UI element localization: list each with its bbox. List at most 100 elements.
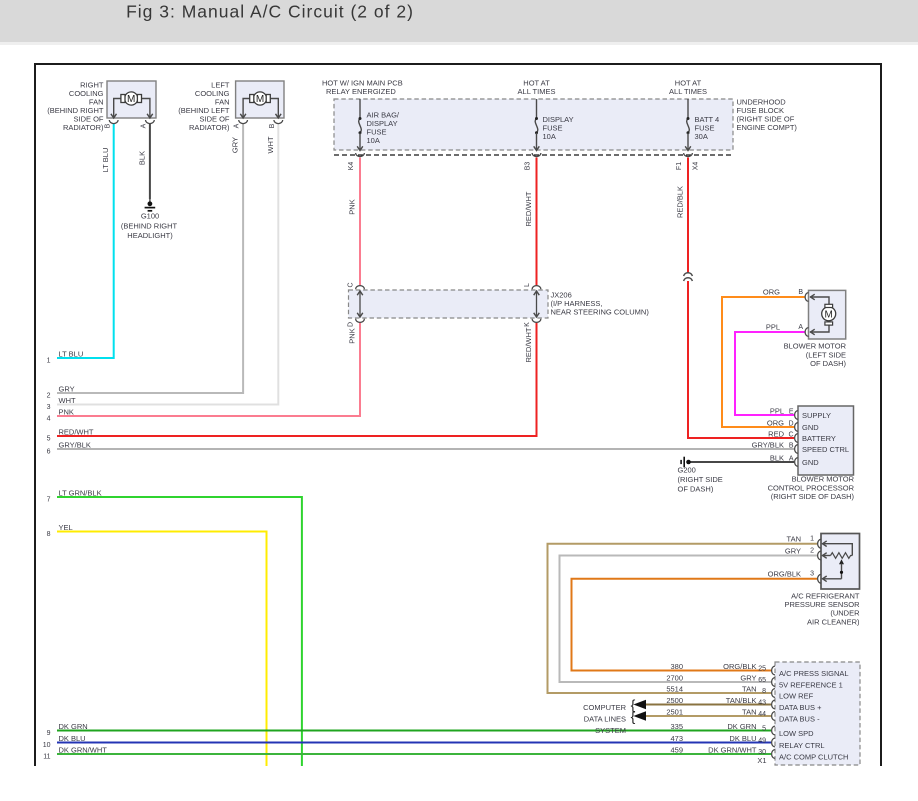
svg-text:SPEED CTRL: SPEED CTRL <box>802 445 849 454</box>
svg-text:5: 5 <box>762 726 766 733</box>
svg-text:335: 335 <box>670 722 683 731</box>
svg-text:DK GRN: DK GRN <box>727 722 756 731</box>
svg-text:DK GRN/WHT: DK GRN/WHT <box>59 746 108 755</box>
svg-text:GRY: GRY <box>231 137 240 153</box>
svg-text:3: 3 <box>47 404 51 411</box>
svg-text:473: 473 <box>670 734 683 743</box>
svg-text:GRY: GRY <box>785 546 801 555</box>
svg-text:LT BLU: LT BLU <box>101 148 110 173</box>
svg-text:LT GRN/BLK: LT GRN/BLK <box>59 489 102 498</box>
svg-text:4: 4 <box>47 416 51 423</box>
svg-text:PPL: PPL <box>766 323 780 332</box>
svg-text:8: 8 <box>762 688 766 695</box>
svg-text:WHT: WHT <box>59 396 76 405</box>
svg-text:2500: 2500 <box>666 696 683 705</box>
svg-text:DATA BUS +: DATA BUS + <box>779 703 822 712</box>
svg-text:1: 1 <box>810 536 814 543</box>
svg-text:E: E <box>789 409 794 416</box>
svg-text:10: 10 <box>43 742 51 749</box>
svg-text:ALL TIMES: ALL TIMES <box>669 87 707 96</box>
svg-text:B: B <box>104 123 111 128</box>
svg-text:TAN: TAN <box>787 535 801 544</box>
svg-text:BLOWER MOTOR: BLOWER MOTOR <box>792 475 855 484</box>
svg-text:GRY/BLK: GRY/BLK <box>752 441 784 450</box>
svg-text:A/C REFRIGERANT: A/C REFRIGERANT <box>791 591 860 600</box>
svg-text:RED/WHT: RED/WHT <box>524 191 533 226</box>
svg-text:DK BLU: DK BLU <box>59 734 86 743</box>
svg-text:D: D <box>788 421 793 428</box>
svg-text:5: 5 <box>47 436 51 443</box>
svg-text:PNK: PNK <box>59 408 74 417</box>
svg-text:25: 25 <box>758 666 766 673</box>
svg-text:B: B <box>798 289 803 296</box>
svg-text:459: 459 <box>670 746 683 755</box>
svg-text:ORG: ORG <box>767 419 784 428</box>
svg-text:44: 44 <box>758 711 766 718</box>
svg-text:X1: X1 <box>757 756 766 765</box>
svg-text:F1: F1 <box>676 162 683 170</box>
svg-text:5V REFERENCE 1: 5V REFERENCE 1 <box>779 681 843 690</box>
svg-text:LT BLU: LT BLU <box>59 350 84 359</box>
svg-text:OF DASH): OF DASH) <box>810 359 846 368</box>
svg-text:B3: B3 <box>525 162 532 171</box>
svg-text:7: 7 <box>47 497 51 504</box>
svg-text:CONTROL PROCESSOR: CONTROL PROCESSOR <box>768 483 855 492</box>
svg-text:B: B <box>789 443 794 450</box>
svg-text:ORG/BLK: ORG/BLK <box>723 662 756 671</box>
svg-text:8: 8 <box>47 531 51 538</box>
svg-text:2501: 2501 <box>666 708 683 717</box>
svg-text:DK GRN/WHT: DK GRN/WHT <box>708 746 757 755</box>
svg-text:RADIATOR): RADIATOR) <box>63 123 104 132</box>
svg-text:G200: G200 <box>678 466 696 475</box>
svg-text:10A: 10A <box>543 132 556 141</box>
svg-text:SUPPLY: SUPPLY <box>802 411 831 420</box>
svg-text:10A: 10A <box>367 136 380 145</box>
svg-text:M: M <box>256 94 264 105</box>
svg-text:ORG/BLK: ORG/BLK <box>768 570 801 579</box>
svg-text:30A: 30A <box>695 132 708 141</box>
svg-text:HEADLIGHT): HEADLIGHT) <box>127 231 173 240</box>
svg-text:(LEFT SIDE: (LEFT SIDE <box>806 350 846 359</box>
svg-text:GRY: GRY <box>740 674 756 683</box>
svg-text:RED: RED <box>768 430 784 439</box>
svg-text:L: L <box>524 283 531 287</box>
svg-text:RADIATOR): RADIATOR) <box>189 123 230 132</box>
svg-text:AIR CLEANER): AIR CLEANER) <box>807 617 860 626</box>
svg-text:PRESSURE SENSOR: PRESSURE SENSOR <box>784 600 860 609</box>
svg-text:2700: 2700 <box>666 674 683 683</box>
svg-text:ENGINE COMPT): ENGINE COMPT) <box>737 123 798 132</box>
svg-text:PPL: PPL <box>770 407 784 416</box>
svg-text:5514: 5514 <box>666 685 683 694</box>
svg-text:PNK: PNK <box>348 199 357 214</box>
svg-text:1: 1 <box>47 358 51 365</box>
svg-text:PNK: PNK <box>348 328 357 343</box>
svg-text:B: B <box>269 123 276 128</box>
svg-text:LOW SPD: LOW SPD <box>779 729 814 738</box>
svg-text:RED/WHT: RED/WHT <box>59 428 94 437</box>
svg-text:A: A <box>798 324 803 331</box>
svg-text:M: M <box>127 94 135 105</box>
svg-text:6: 6 <box>47 449 51 456</box>
svg-text:A: A <box>789 456 794 463</box>
svg-text:GRY/BLK: GRY/BLK <box>59 441 91 450</box>
svg-text:TAN/BLK: TAN/BLK <box>726 696 757 705</box>
svg-text:2: 2 <box>47 393 51 400</box>
svg-text:A/C PRESS SIGNAL: A/C PRESS SIGNAL <box>779 669 849 678</box>
svg-text:Fig 3: Manual A/C Circuit (2 o: Fig 3: Manual A/C Circuit (2 of 2) <box>126 2 414 22</box>
svg-text:C: C <box>348 282 355 287</box>
svg-text:NEAR STEERING COLUMN): NEAR STEERING COLUMN) <box>551 308 650 317</box>
svg-text:BLOWER MOTOR: BLOWER MOTOR <box>784 342 847 351</box>
svg-text:BLK: BLK <box>137 151 146 165</box>
svg-text:M: M <box>825 310 833 321</box>
svg-text:(RIGHT SIDE OF DASH): (RIGHT SIDE OF DASH) <box>771 492 855 501</box>
svg-text:BATTERY: BATTERY <box>802 434 836 443</box>
svg-text:WHT: WHT <box>266 136 275 153</box>
svg-text:K: K <box>524 322 531 327</box>
svg-text:C: C <box>788 432 793 439</box>
svg-text:{: { <box>631 708 636 724</box>
svg-text:(BEHIND RIGHT: (BEHIND RIGHT <box>121 222 178 231</box>
svg-text:COMPUTER: COMPUTER <box>583 703 627 712</box>
svg-text:RED/BLK: RED/BLK <box>676 186 685 218</box>
svg-text:TAN: TAN <box>742 685 756 694</box>
svg-text:LOW REF: LOW REF <box>779 692 814 701</box>
